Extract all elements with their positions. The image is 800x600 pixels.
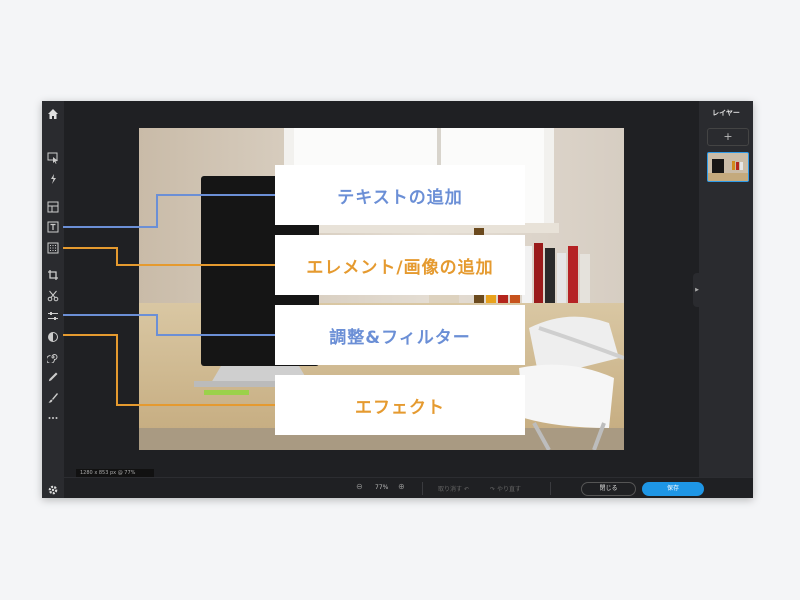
left-toolbar: [42, 101, 64, 498]
divider: [550, 482, 551, 495]
layout-icon[interactable]: [45, 199, 61, 215]
editor-window: 1280 x 853 px @ 77% レイヤー + ▶ ⊖ 77% ⊕ 取り消…: [42, 101, 753, 498]
magic-wand-icon[interactable]: [45, 171, 61, 187]
panel-collapse-handle[interactable]: ▶: [693, 273, 701, 307]
redo-button[interactable]: ↷ やり直す: [490, 484, 521, 493]
zoom-in-icon[interactable]: ⊕: [398, 482, 405, 491]
layers-panel: レイヤー + ▶: [693, 101, 753, 477]
canvas-dimensions-label: 1280 x 853 px @ 77%: [76, 469, 154, 477]
layers-panel-title: レイヤー: [712, 109, 740, 117]
divider: [422, 482, 423, 495]
callout-adjust-filter: 調整&フィルター: [275, 305, 525, 365]
brush-icon[interactable]: [45, 390, 61, 406]
zoom-out-icon[interactable]: ⊖: [356, 482, 363, 491]
select-icon[interactable]: [45, 150, 61, 166]
close-button[interactable]: 閉じる: [581, 482, 636, 496]
more-icon[interactable]: [45, 410, 61, 426]
element-grid-icon[interactable]: [45, 240, 61, 256]
redo-icon: ↷: [490, 486, 496, 493]
settings-icon[interactable]: [45, 482, 61, 498]
callout-effects: エフェクト: [275, 375, 525, 435]
cut-icon[interactable]: [45, 288, 61, 304]
save-button[interactable]: 保存: [642, 482, 704, 496]
bottom-bar: ⊖ 77% ⊕ 取り消す ↶ ↷ やり直す 閉じる 保存: [64, 477, 753, 498]
callout-add-text: テキストの追加: [275, 165, 525, 225]
crop-icon[interactable]: [45, 267, 61, 283]
add-layer-button[interactable]: +: [707, 128, 749, 146]
pencil-icon[interactable]: [45, 369, 61, 385]
layer-thumbnail[interactable]: [707, 152, 749, 182]
undo-button[interactable]: 取り消す ↶: [438, 484, 469, 493]
effects-icon[interactable]: [45, 329, 61, 345]
redo-label: やり直す: [496, 486, 521, 493]
text-tool-icon[interactable]: [45, 219, 61, 235]
undo-label: 取り消す: [438, 486, 463, 493]
home-icon[interactable]: [45, 106, 61, 122]
spiral-icon[interactable]: [45, 349, 61, 365]
callout-add-element: エレメント/画像の追加: [275, 235, 525, 295]
adjust-sliders-icon[interactable]: [45, 308, 61, 324]
undo-icon: ↶: [463, 486, 469, 493]
zoom-level: 77%: [375, 484, 389, 491]
